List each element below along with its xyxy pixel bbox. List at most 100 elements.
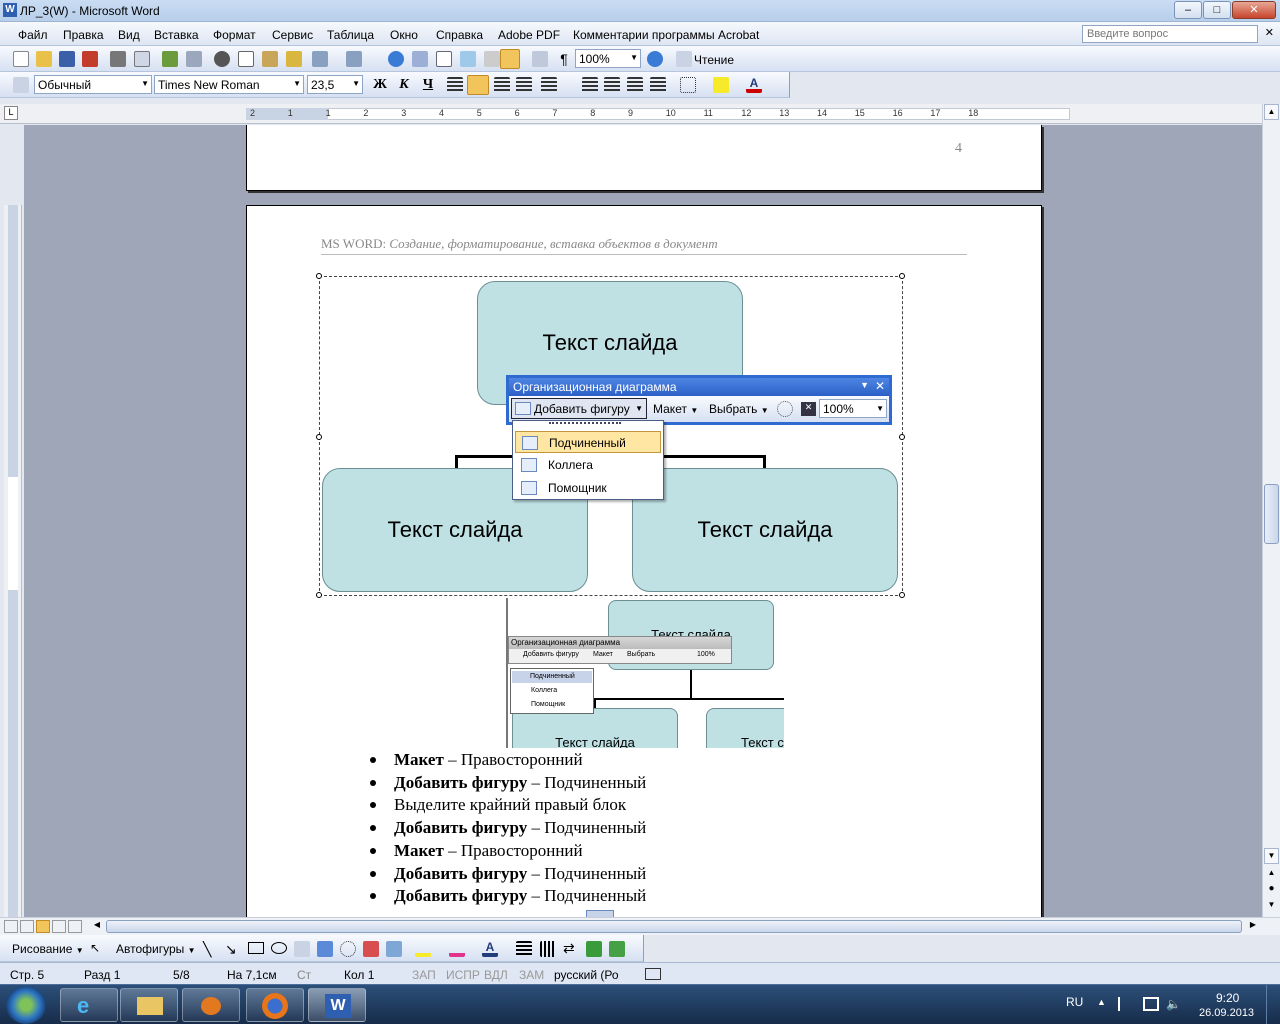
fit-text-icon[interactable]: ✕ — [801, 402, 816, 416]
3d-icon[interactable] — [609, 941, 625, 957]
select-objects-icon[interactable]: ↖ — [90, 941, 100, 955]
wordart-icon[interactable] — [317, 941, 333, 957]
borders-icon[interactable] — [680, 77, 696, 93]
print-icon[interactable] — [110, 51, 126, 67]
layout-button[interactable]: Макет ▼ — [653, 402, 698, 416]
highlight-icon[interactable] — [713, 77, 729, 93]
styles-icon[interactable] — [13, 77, 29, 93]
fill-color-icon[interactable] — [415, 941, 431, 957]
help-icon[interactable] — [647, 51, 663, 67]
align-right-icon[interactable] — [494, 77, 510, 93]
menu-tools[interactable]: Сервис — [272, 28, 313, 42]
research-icon[interactable] — [186, 51, 202, 67]
menu-item-coworker[interactable]: Коллега — [515, 454, 661, 476]
menu-window[interactable]: Окно — [390, 28, 418, 42]
toolbar-options-icon[interactable]: ▼ — [860, 380, 869, 390]
tab-selector[interactable]: L — [4, 106, 18, 120]
volume-icon[interactable]: 🔈 — [1166, 997, 1181, 1011]
line-color-icon[interactable] — [449, 941, 465, 957]
document-map-icon[interactable] — [532, 51, 548, 67]
spelling-status-icon[interactable] — [645, 968, 661, 980]
autoshapes-menu[interactable]: Автофигуры ▼ — [116, 942, 196, 956]
font-select[interactable]: Times New Roman ▼ — [154, 75, 304, 94]
minimize-button[interactable]: – — [1174, 1, 1202, 19]
horizontal-scrollbar[interactable]: ◀ ▶ — [0, 917, 1280, 935]
numbering-icon[interactable] — [582, 77, 598, 93]
maximize-button[interactable]: □ — [1203, 1, 1231, 19]
resize-handle[interactable] — [316, 273, 322, 279]
select-button[interactable]: Выбрать ▼ — [709, 402, 769, 416]
font-color-icon[interactable]: A — [746, 77, 762, 93]
drawing-icon[interactable] — [500, 49, 520, 69]
org-chart-toolbar-title-bar[interactable]: Организационная диаграмма ▼ ✕ — [509, 378, 889, 396]
show-hide-icon[interactable]: ¶ — [556, 51, 572, 67]
autoformat-icon[interactable] — [777, 401, 793, 417]
status-rec[interactable]: ЗАП — [412, 968, 436, 982]
embedded-screenshot[interactable]: Текст слайда Текст слайда Текст с Органи… — [506, 598, 784, 748]
scroll-down-icon[interactable]: ▼ — [1264, 848, 1279, 864]
status-trk[interactable]: ИСПР — [446, 968, 480, 982]
shadow-icon[interactable] — [586, 941, 602, 957]
reading-layout-button[interactable]: Чтение — [694, 53, 734, 67]
picture-icon[interactable] — [386, 941, 402, 957]
new-document-icon[interactable] — [13, 51, 29, 67]
h-scroll-thumb[interactable] — [106, 920, 1242, 933]
menu-acrobat-comments[interactable]: Комментарии программы Acrobat — [573, 28, 759, 42]
print-preview-icon[interactable] — [134, 51, 150, 67]
status-ext[interactable]: ВДЛ — [484, 968, 508, 982]
toolbar-close-icon[interactable]: ✕ — [875, 379, 885, 393]
permission-icon[interactable] — [82, 51, 98, 67]
tray-expand-icon[interactable]: ▲ — [1097, 997, 1106, 1007]
vertical-ruler[interactable] — [4, 205, 22, 917]
drawing-menu[interactable]: Рисование ▼ — [12, 942, 84, 956]
rectangle-icon[interactable] — [248, 942, 264, 954]
language-indicator[interactable]: RU — [1066, 995, 1083, 1009]
add-shape-button[interactable]: Добавить фигуру ▼ — [511, 398, 647, 419]
paste-icon[interactable] — [262, 51, 278, 67]
menu-insert[interactable]: Вставка — [154, 28, 199, 42]
line-icon[interactable]: ╲ — [203, 941, 211, 958]
close-document-icon[interactable]: ✕ — [1265, 26, 1274, 39]
menu-format[interactable]: Формат — [213, 28, 256, 42]
scroll-thumb[interactable] — [1264, 484, 1279, 544]
org-zoom-select[interactable]: 100% ▼ — [819, 399, 887, 418]
zoom-select[interactable]: 100% ▼ — [575, 49, 641, 68]
align-left-icon[interactable] — [447, 77, 463, 93]
dash-style-icon[interactable] — [540, 941, 556, 957]
insert-excel-icon[interactable] — [460, 51, 476, 67]
bold-button[interactable]: Ж — [370, 76, 390, 94]
increase-indent-icon[interactable] — [650, 77, 666, 93]
status-ovr[interactable]: ЗАМ — [519, 968, 544, 982]
cut-icon[interactable] — [214, 51, 230, 67]
previous-page-icon[interactable]: ▲ — [1264, 866, 1279, 882]
scroll-up-icon[interactable]: ▲ — [1264, 104, 1279, 120]
clock-time[interactable]: 9:20 — [1216, 991, 1239, 1005]
normal-view-icon[interactable] — [4, 920, 18, 933]
resize-handle[interactable] — [899, 592, 905, 598]
columns-icon[interactable] — [484, 51, 500, 67]
menu-edit[interactable]: Правка — [63, 28, 104, 42]
oval-icon[interactable] — [271, 942, 287, 954]
network-icon[interactable] — [1143, 997, 1159, 1011]
outline-view-icon[interactable] — [52, 920, 66, 933]
clipart-icon[interactable] — [363, 941, 379, 957]
italic-button[interactable]: К — [394, 76, 414, 94]
reading-icon[interactable] — [676, 51, 692, 67]
scroll-left-icon[interactable]: ◀ — [90, 920, 104, 933]
drawing-font-color-icon[interactable]: A — [482, 941, 498, 957]
undo-icon[interactable] — [312, 51, 328, 67]
font-size-select[interactable]: 23,5 ▼ — [307, 75, 363, 94]
copy-icon[interactable] — [238, 51, 254, 67]
menu-table[interactable]: Таблица — [327, 28, 374, 42]
text-box-icon[interactable] — [294, 941, 310, 957]
vertical-scrollbar[interactable]: ▲ ▼ ▲ ● ▼ — [1262, 104, 1280, 917]
resize-handle[interactable] — [899, 273, 905, 279]
line-spacing-icon[interactable] — [541, 77, 557, 93]
align-center-icon[interactable] — [467, 75, 489, 95]
arrow-style-icon[interactable]: ⇄ — [563, 940, 575, 957]
scroll-right-icon[interactable]: ▶ — [1246, 920, 1260, 933]
bullets-icon[interactable] — [604, 77, 620, 93]
tables-borders-icon[interactable] — [412, 51, 428, 67]
menu-help[interactable]: Справка — [436, 28, 483, 42]
browse-object-icon[interactable]: ● — [1264, 882, 1279, 898]
